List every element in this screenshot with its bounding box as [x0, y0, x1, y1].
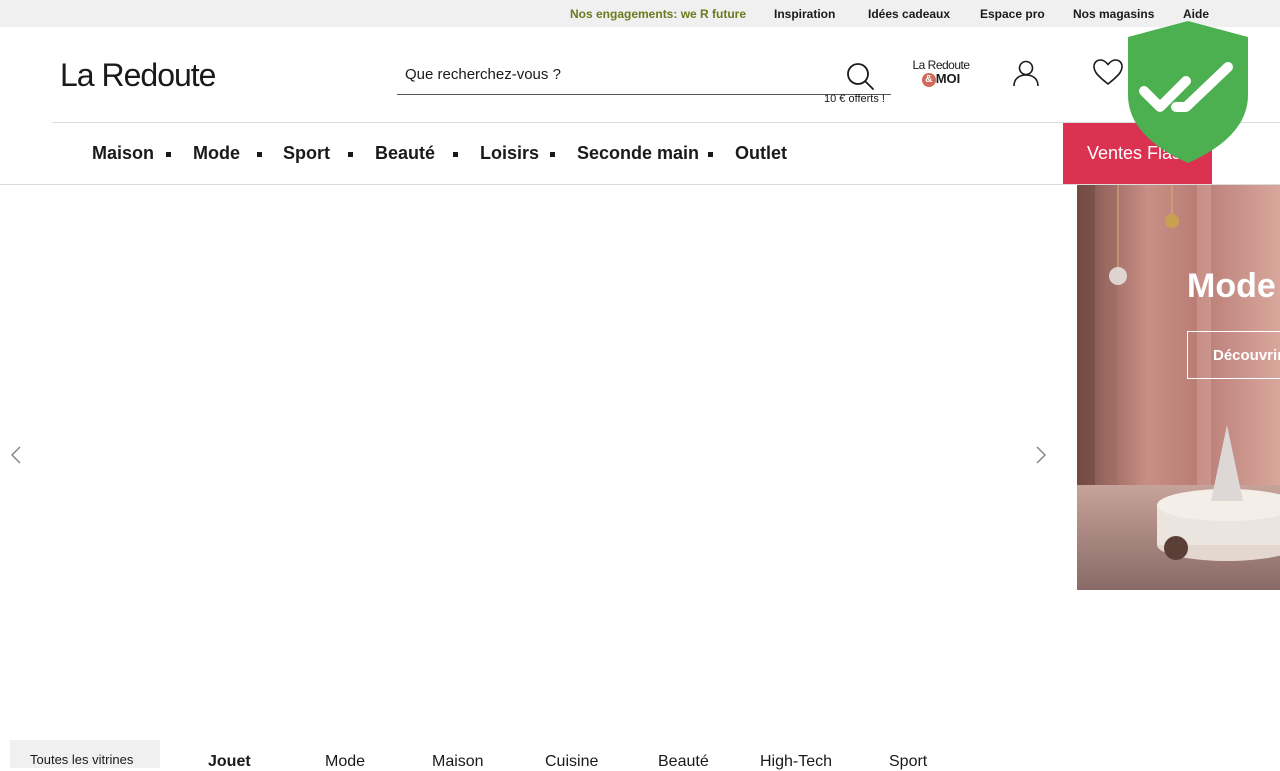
chevron-right-icon[interactable]: [1034, 445, 1048, 465]
moi-ampersand: &: [921, 73, 936, 87]
moi-text: MOI: [935, 71, 961, 86]
category-tab-jouet[interactable]: Jouet: [208, 753, 251, 771]
chevron-left-icon[interactable]: [9, 445, 23, 465]
nav-item-sport[interactable]: Sport: [283, 143, 330, 164]
moi-brand-line: La Redoute: [912, 58, 970, 72]
hero-slider: Mode Découvrir: [0, 185, 1280, 590]
top-utility-bar: Nos engagements: we R future Inspiration…: [0, 0, 1280, 27]
nav-item-maison[interactable]: Maison: [92, 143, 154, 164]
category-tab-sport[interactable]: Sport: [889, 753, 927, 771]
nav-separator: [550, 152, 555, 157]
heart-icon[interactable]: [1092, 58, 1124, 86]
link-espace-pro[interactable]: Espace pro: [980, 7, 1045, 21]
account-icon[interactable]: [1012, 59, 1040, 87]
search-offer-text: 10 € offerts !: [824, 93, 885, 105]
link-engagements[interactable]: Nos engagements: we R future: [570, 7, 746, 21]
category-tab-maison[interactable]: Maison: [432, 753, 484, 771]
search-bar[interactable]: Que recherchez-vous ?: [397, 57, 891, 95]
nav-separator: [348, 152, 353, 157]
main-nav: Maison Mode Sport Beauté Loisirs Seconde…: [52, 122, 1280, 185]
la-redoute-moi-logo[interactable]: La Redoute & MOI: [908, 58, 974, 88]
link-inspiration[interactable]: Inspiration: [774, 7, 835, 21]
category-tab-mode[interactable]: Mode: [325, 753, 365, 771]
category-tab-beaute[interactable]: Beauté: [658, 753, 709, 771]
search-icon[interactable]: [845, 61, 875, 91]
nav-separator: [166, 152, 171, 157]
category-tab-high-tech[interactable]: High-Tech: [760, 753, 832, 771]
banner-image: [1077, 185, 1280, 590]
promo-banner[interactable]: Mode Découvrir: [1077, 185, 1280, 590]
banner-title: Mode: [1187, 267, 1276, 305]
nav-item-beaute[interactable]: Beauté: [375, 143, 435, 164]
link-idees-cadeaux[interactable]: Idées cadeaux: [868, 7, 950, 21]
moi-label: & MOI: [908, 71, 974, 87]
search-input[interactable]: Que recherchez-vous ?: [405, 66, 561, 83]
nav-item-mode[interactable]: Mode: [193, 143, 240, 164]
nav-item-loisirs[interactable]: Loisirs: [480, 143, 539, 164]
shield-check-icon: [1128, 21, 1248, 163]
nav-separator: [257, 152, 262, 157]
category-tab-cuisine[interactable]: Cuisine: [545, 753, 598, 771]
nav-item-seconde-main[interactable]: Seconde main: [577, 143, 699, 164]
banner-cta-button[interactable]: Découvrir: [1187, 331, 1280, 379]
nav-item-outlet[interactable]: Outlet: [735, 143, 787, 164]
site-logo[interactable]: La Redoute: [60, 57, 216, 94]
nav-separator: [708, 152, 713, 157]
nav-separator: [453, 152, 458, 157]
header: La Redoute Que recherchez-vous ? 10 € of…: [0, 27, 1280, 123]
vitrines-tab[interactable]: Toutes les vitrines: [10, 740, 160, 768]
